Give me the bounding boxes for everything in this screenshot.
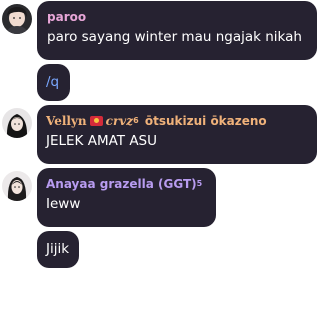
avatar-paroo-image (2, 4, 32, 34)
avatar-anayaa-image (2, 171, 32, 201)
message-text: paro sayang winter mau ngajak nikah (47, 29, 302, 45)
red-flag-icon (89, 116, 103, 126)
avatar-vellyn-image (2, 108, 32, 138)
message-bubble[interactable]: paroo paro sayang winter mau ngajak nika… (37, 1, 317, 60)
message-sender[interactable]: Anayaa grazella (GGT)5 (46, 177, 207, 192)
message-bubble[interactable]: Anayaa grazella (GGT)5 Ieww (37, 168, 216, 227)
avatar-vellyn[interactable] (2, 108, 32, 138)
message-text: Ieww (46, 196, 81, 212)
sender-name-part: crvz (105, 114, 134, 128)
message-sender[interactable]: Vellyn crvz6 ōtsukizui ōkazeno (46, 114, 308, 129)
message-text: /q (46, 74, 60, 90)
sender-superscript: 6 (133, 116, 139, 125)
avatar-anayaa[interactable] (2, 171, 32, 201)
message-sender[interactable]: paroo (47, 10, 307, 25)
sender-superscript: 5 (196, 179, 203, 188)
message-text: JELEK AMAT ASU (46, 133, 157, 149)
sender-name-extra: ōtsukizui ōkazeno (144, 114, 267, 128)
message-text: Jijik (46, 241, 70, 257)
message-bubble[interactable]: Jijik (37, 231, 79, 268)
message-bubble[interactable]: Vellyn crvz6 ōtsukizui ōkazeno JELEK AMAT… (37, 105, 317, 164)
sender-name: Anayaa grazella (GGT) (46, 177, 197, 191)
avatar-paroo[interactable] (2, 4, 32, 34)
sender-name-part: Vellyn (46, 114, 87, 128)
chat-log: paroo paro sayang winter mau ngajak nika… (0, 0, 320, 319)
message-bubble[interactable]: /q (37, 64, 70, 101)
